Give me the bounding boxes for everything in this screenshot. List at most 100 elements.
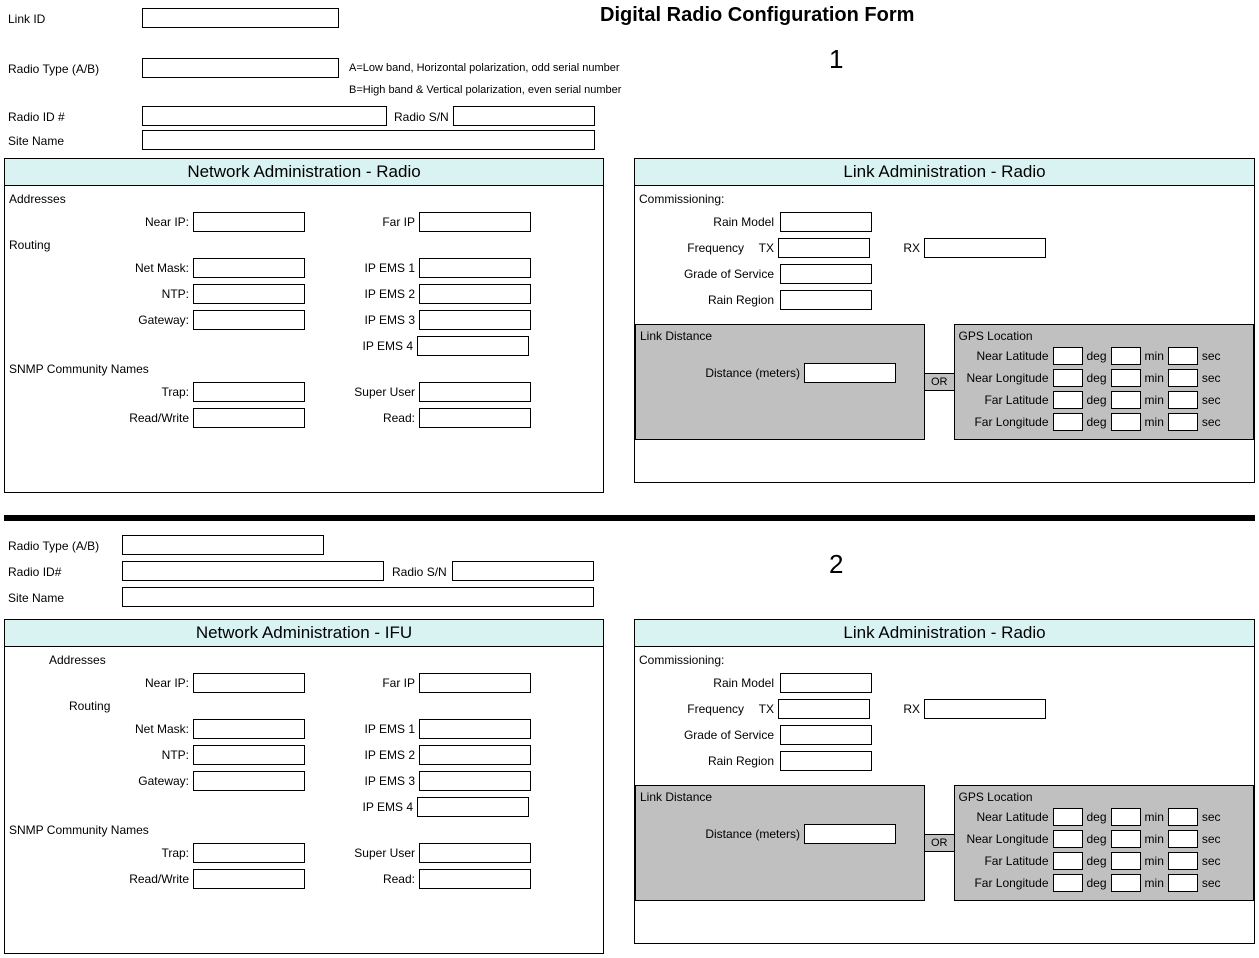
input-ipems2-2[interactable] [419, 745, 531, 765]
input-far-lon-sec-2[interactable] [1168, 874, 1198, 892]
input-far-lat-deg[interactable] [1053, 391, 1083, 409]
input-ipems3[interactable] [419, 310, 531, 330]
link-distance-box-2: Link Distance Distance (meters) [635, 785, 925, 901]
input-far-ip[interactable] [419, 212, 531, 232]
hdr-netadmin-ifu: Network Administration - IFU [4, 619, 604, 647]
label-read-2: Read: [305, 872, 419, 886]
input-near-lon-sec-2[interactable] [1168, 830, 1198, 848]
input-near-lat-min-2[interactable] [1111, 808, 1141, 826]
input-grade-2[interactable] [780, 725, 872, 745]
section-number-2: 2 [829, 549, 843, 580]
input-readwrite-2[interactable] [193, 869, 305, 889]
input-near-ip-2[interactable] [193, 673, 305, 693]
input-rain-region-2[interactable] [780, 751, 872, 771]
input-far-lon-min[interactable] [1111, 413, 1141, 431]
panels-row-2: Network Administration - IFU Addresses N… [4, 619, 1255, 954]
input-radio-sn-2[interactable] [452, 561, 594, 581]
label-radio-sn: Radio S/N [394, 110, 449, 124]
input-net-mask[interactable] [193, 258, 305, 278]
input-trap-2[interactable] [193, 843, 305, 863]
input-radio-sn[interactable] [453, 106, 595, 126]
label-link-id: Link ID [8, 12, 45, 26]
input-ntp-2[interactable] [193, 745, 305, 765]
hdr-linkadmin-1: Link Administration - Radio [634, 158, 1255, 186]
label-far-lat-2: Far Latitude [959, 854, 1049, 868]
input-near-ip[interactable] [193, 212, 305, 232]
label-addresses: Addresses [9, 192, 599, 206]
label-ipems4-2: IP EMS 4 [303, 800, 417, 814]
input-readwrite[interactable] [193, 408, 305, 428]
input-gateway[interactable] [193, 310, 305, 330]
input-grade[interactable] [780, 264, 872, 284]
input-near-lon-min-2[interactable] [1111, 830, 1141, 848]
input-distance-2[interactable] [804, 824, 896, 844]
input-near-lat-sec[interactable] [1168, 347, 1198, 365]
u-min: min [1145, 349, 1164, 363]
input-far-lat-deg-2[interactable] [1053, 852, 1083, 870]
input-near-lat-deg[interactable] [1053, 347, 1083, 365]
input-ipems4-2[interactable] [417, 797, 529, 817]
input-ipems1-2[interactable] [419, 719, 531, 739]
input-far-lon-min-2[interactable] [1111, 874, 1141, 892]
input-radio-id-2[interactable] [122, 561, 384, 581]
label-near-lon-2: Near Longitude [959, 832, 1049, 846]
input-near-lon-deg-2[interactable] [1053, 830, 1083, 848]
input-near-lat-min[interactable] [1111, 347, 1141, 365]
input-distance[interactable] [804, 363, 896, 383]
input-tx[interactable] [778, 238, 870, 258]
label-gps: GPS Location [959, 329, 1250, 343]
input-trap[interactable] [193, 382, 305, 402]
input-ipems2[interactable] [419, 284, 531, 304]
input-ipems1[interactable] [419, 258, 531, 278]
input-read-2[interactable] [419, 869, 531, 889]
label-site-name-2: Site Name [8, 591, 64, 605]
input-rain-model-2[interactable] [780, 673, 872, 693]
label-rain-model: Rain Model [639, 215, 780, 229]
input-rx[interactable] [924, 238, 1046, 258]
label-frequency: Frequency [639, 241, 750, 255]
input-near-lon-sec[interactable] [1168, 369, 1198, 387]
input-far-lat-min-2[interactable] [1111, 852, 1141, 870]
hdr-netadmin-radio: Network Administration - Radio [4, 158, 604, 186]
input-radio-type-2[interactable] [122, 535, 324, 555]
label-site-name: Site Name [8, 134, 64, 148]
input-superuser-2[interactable] [419, 843, 531, 863]
input-radio-type[interactable] [142, 58, 339, 78]
input-near-lon-deg[interactable] [1053, 369, 1083, 387]
input-near-lon-min[interactable] [1111, 369, 1141, 387]
label-radio-id: Radio ID # [8, 110, 65, 124]
input-tx-2[interactable] [778, 699, 870, 719]
label-far-lat: Far Latitude [959, 393, 1049, 407]
input-gateway-2[interactable] [193, 771, 305, 791]
input-ipems4[interactable] [417, 336, 529, 356]
input-link-id[interactable] [142, 8, 339, 28]
input-near-lat-deg-2[interactable] [1053, 808, 1083, 826]
label-ipems2: IP EMS 2 [305, 287, 419, 301]
label-gateway: Gateway: [9, 313, 193, 327]
input-radio-id[interactable] [142, 106, 387, 126]
input-far-ip-2[interactable] [419, 673, 531, 693]
input-rain-region[interactable] [780, 290, 872, 310]
or-divider: OR [924, 373, 955, 391]
input-read[interactable] [419, 408, 531, 428]
input-site-name-2[interactable] [122, 587, 594, 607]
input-ipems3-2[interactable] [419, 771, 531, 791]
input-far-lon-deg-2[interactable] [1053, 874, 1083, 892]
input-near-lat-sec-2[interactable] [1168, 808, 1198, 826]
input-far-lon-deg[interactable] [1053, 413, 1083, 431]
input-far-lat-sec-2[interactable] [1168, 852, 1198, 870]
input-site-name[interactable] [142, 130, 595, 150]
label-rain-region: Rain Region [639, 293, 780, 307]
label-link-distance-2: Link Distance [640, 790, 920, 804]
input-net-mask-2[interactable] [193, 719, 305, 739]
input-superuser[interactable] [419, 382, 531, 402]
label-radio-type: Radio Type (A/B) [8, 62, 99, 76]
label-near-lon: Near Longitude [959, 371, 1049, 385]
input-rain-model[interactable] [780, 212, 872, 232]
input-far-lat-min[interactable] [1111, 391, 1141, 409]
input-far-lon-sec[interactable] [1168, 413, 1198, 431]
input-rx-2[interactable] [924, 699, 1046, 719]
or-divider-2: OR [924, 834, 955, 852]
input-far-lat-sec[interactable] [1168, 391, 1198, 409]
input-ntp[interactable] [193, 284, 305, 304]
